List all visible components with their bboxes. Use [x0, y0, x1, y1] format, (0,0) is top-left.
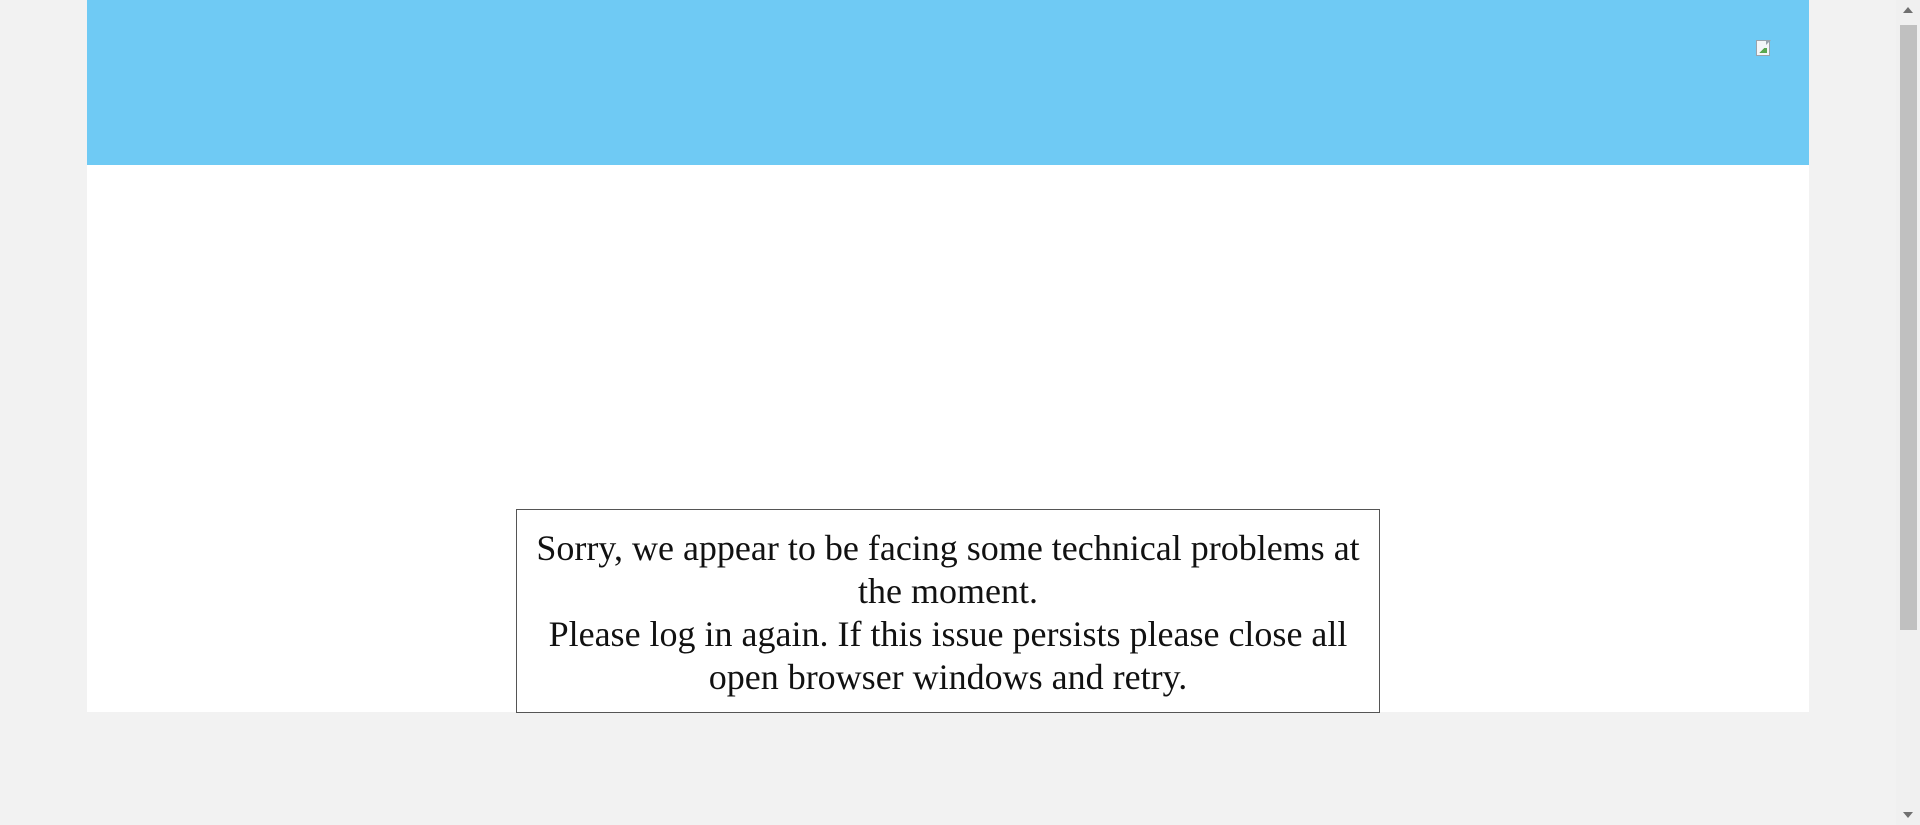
scroll-thumb[interactable] [1900, 25, 1917, 630]
scroll-down-arrow-icon[interactable] [1903, 812, 1913, 818]
error-message-line-2: Please log in again. If this issue persi… [548, 614, 1348, 697]
page-container: Sorry, we appear to be facing some techn… [87, 0, 1809, 713]
error-message-box: Sorry, we appear to be facing some techn… [516, 509, 1380, 713]
scroll-up-arrow-icon[interactable] [1903, 7, 1913, 13]
error-message-line-1: Sorry, we appear to be facing some techn… [536, 528, 1360, 611]
header-banner [87, 0, 1809, 165]
vertical-scrollbar[interactable] [1896, 0, 1920, 825]
broken-image-icon [1755, 39, 1780, 63]
